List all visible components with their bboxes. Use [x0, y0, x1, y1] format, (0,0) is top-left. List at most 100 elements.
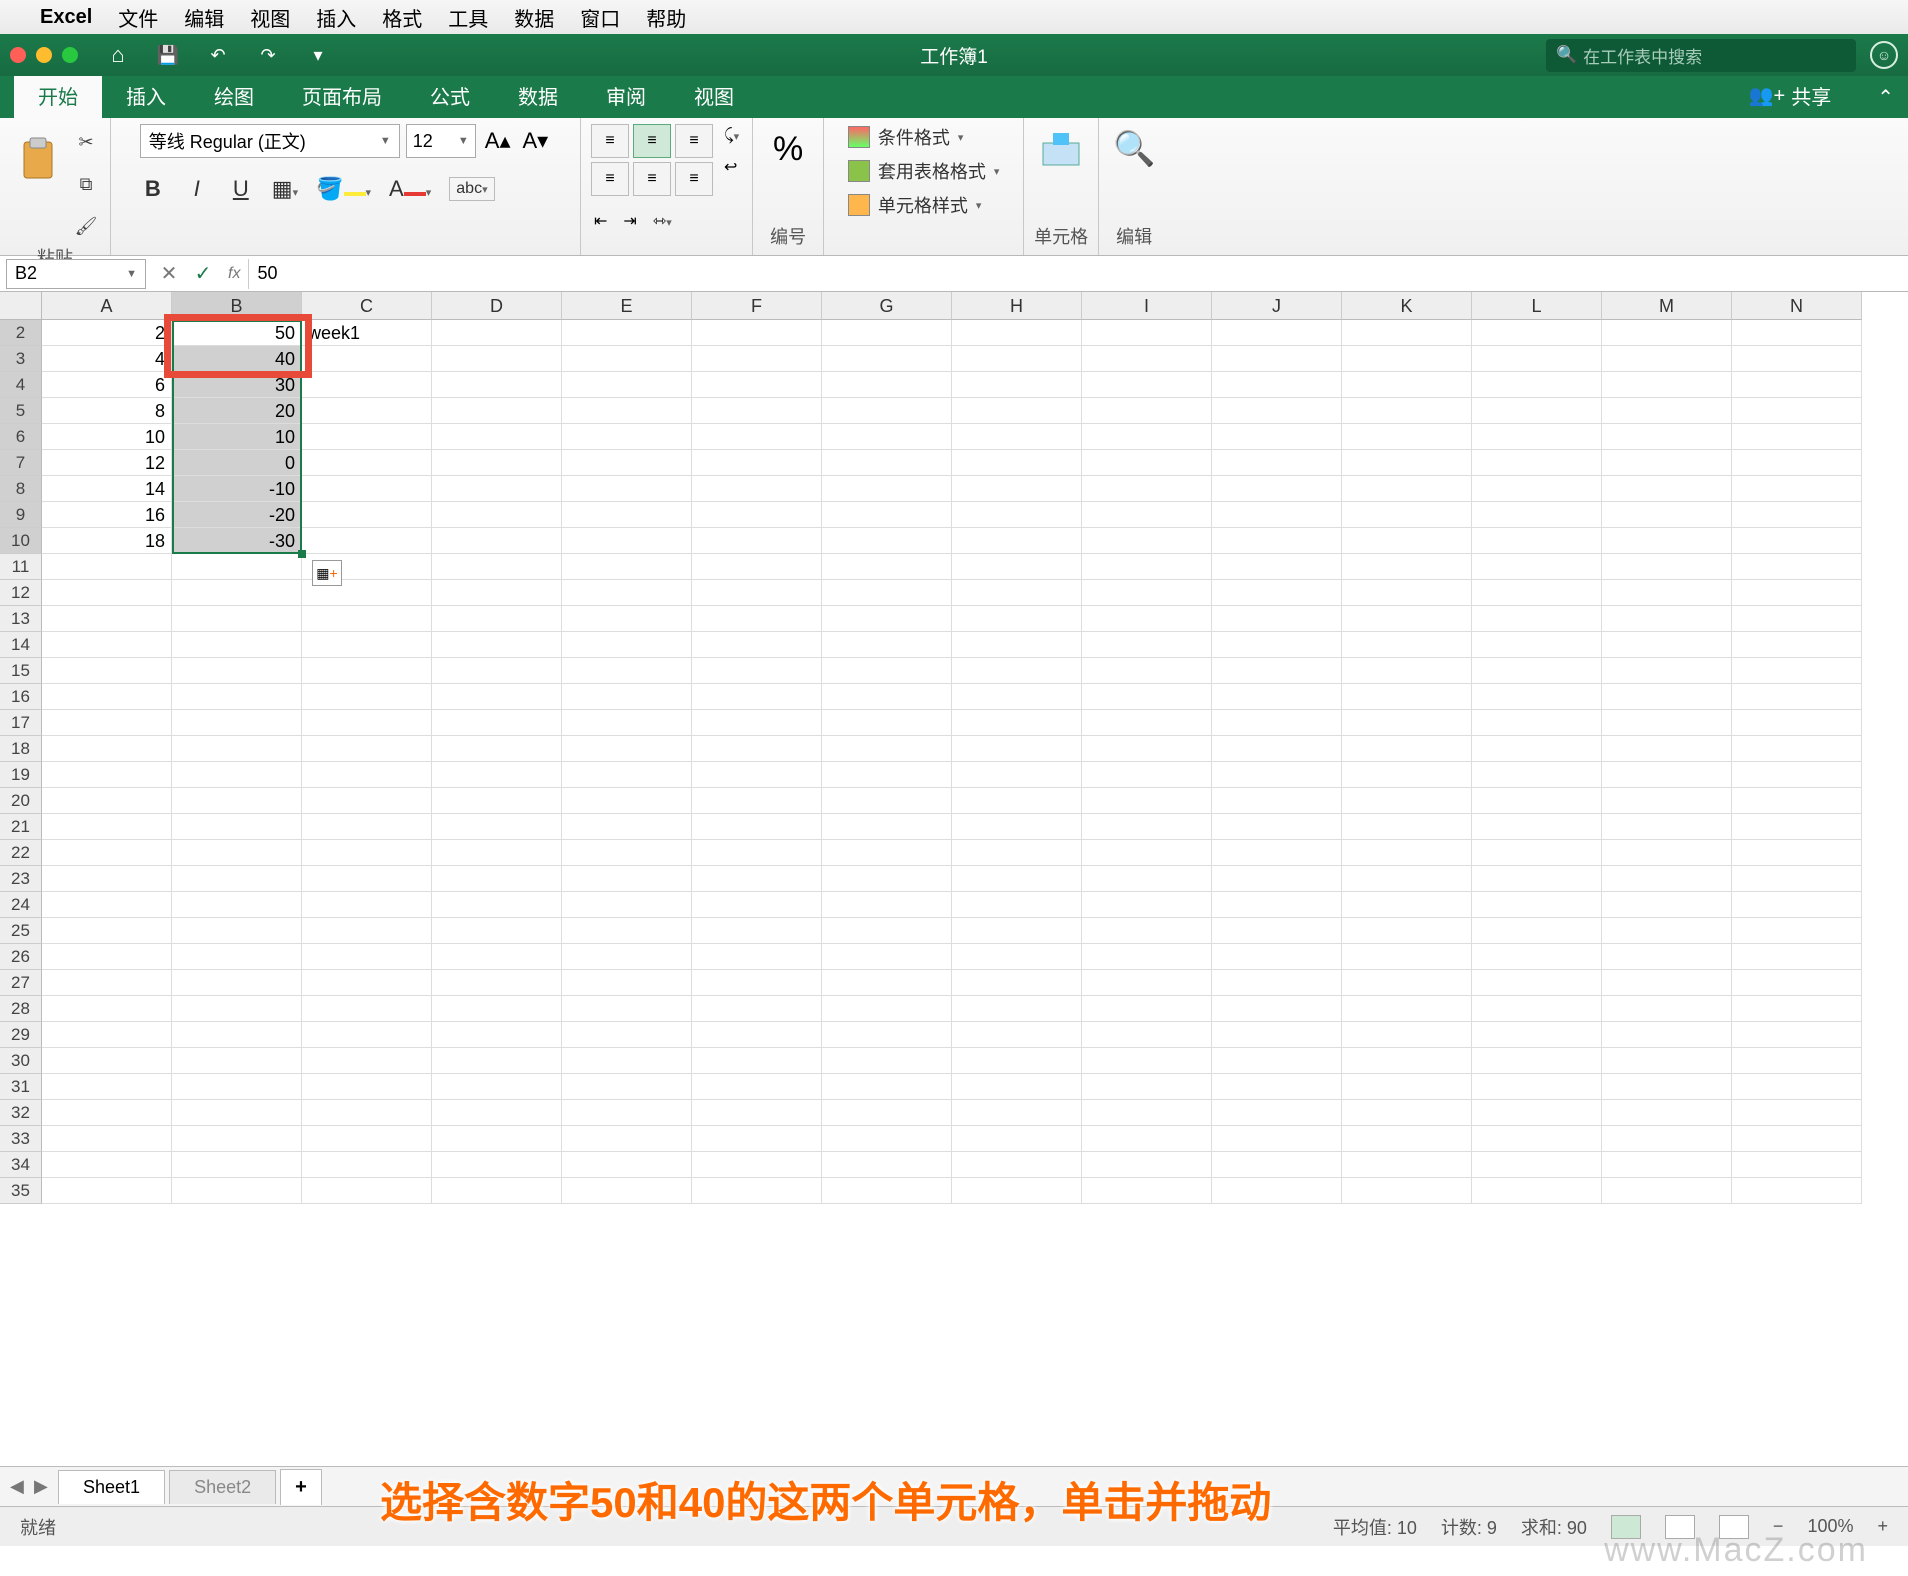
cell-A16[interactable]: [42, 684, 172, 710]
cell-N19[interactable]: [1732, 762, 1862, 788]
cell-G9[interactable]: [822, 502, 952, 528]
cell-H28[interactable]: [952, 996, 1082, 1022]
cell-L29[interactable]: [1472, 1022, 1602, 1048]
cell-I26[interactable]: [1082, 944, 1212, 970]
cell-K20[interactable]: [1342, 788, 1472, 814]
cell-D10[interactable]: [432, 528, 562, 554]
search-input[interactable]: 🔍 在工作表中搜索: [1546, 39, 1856, 72]
row-header-20[interactable]: 20: [0, 788, 42, 814]
cell-H26[interactable]: [952, 944, 1082, 970]
cell-M16[interactable]: [1602, 684, 1732, 710]
cell-D12[interactable]: [432, 580, 562, 606]
cell-C32[interactable]: [302, 1100, 432, 1126]
cell-G3[interactable]: [822, 346, 952, 372]
cell-E4[interactable]: [562, 372, 692, 398]
cell-D24[interactable]: [432, 892, 562, 918]
cell-B34[interactable]: [172, 1152, 302, 1178]
cell-M20[interactable]: [1602, 788, 1732, 814]
autofill-options-icon[interactable]: ▦+: [312, 560, 342, 586]
zoom-in-button[interactable]: +: [1877, 1516, 1888, 1537]
cell-J30[interactable]: [1212, 1048, 1342, 1074]
cell-I30[interactable]: [1082, 1048, 1212, 1074]
cell-H8[interactable]: [952, 476, 1082, 502]
cell-E30[interactable]: [562, 1048, 692, 1074]
cell-B9[interactable]: -20: [172, 502, 302, 528]
cell-L31[interactable]: [1472, 1074, 1602, 1100]
cell-B20[interactable]: [172, 788, 302, 814]
cell-K22[interactable]: [1342, 840, 1472, 866]
cell-D18[interactable]: [432, 736, 562, 762]
cell-I6[interactable]: [1082, 424, 1212, 450]
sheet-tab-2[interactable]: Sheet2: [169, 1470, 276, 1504]
cell-G34[interactable]: [822, 1152, 952, 1178]
cell-H3[interactable]: [952, 346, 1082, 372]
cell-C33[interactable]: [302, 1126, 432, 1152]
cell-styles-button[interactable]: 单元格样式 ▾: [848, 192, 982, 218]
enter-icon[interactable]: ✓: [186, 261, 220, 286]
cell-F21[interactable]: [692, 814, 822, 840]
cell-A25[interactable]: [42, 918, 172, 944]
cell-L24[interactable]: [1472, 892, 1602, 918]
cell-L30[interactable]: [1472, 1048, 1602, 1074]
cell-N8[interactable]: [1732, 476, 1862, 502]
cell-I2[interactable]: [1082, 320, 1212, 346]
cell-L21[interactable]: [1472, 814, 1602, 840]
cell-E34[interactable]: [562, 1152, 692, 1178]
cell-K13[interactable]: [1342, 606, 1472, 632]
tab-home[interactable]: 开始: [14, 73, 102, 118]
cell-B31[interactable]: [172, 1074, 302, 1100]
cell-E19[interactable]: [562, 762, 692, 788]
cell-G26[interactable]: [822, 944, 952, 970]
cell-E16[interactable]: [562, 684, 692, 710]
cell-I13[interactable]: [1082, 606, 1212, 632]
cell-K14[interactable]: [1342, 632, 1472, 658]
cell-G20[interactable]: [822, 788, 952, 814]
cell-C22[interactable]: [302, 840, 432, 866]
cell-C16[interactable]: [302, 684, 432, 710]
cell-D3[interactable]: [432, 346, 562, 372]
cell-L15[interactable]: [1472, 658, 1602, 684]
cell-G30[interactable]: [822, 1048, 952, 1074]
align-right-icon[interactable]: ≡: [675, 162, 713, 196]
cell-J29[interactable]: [1212, 1022, 1342, 1048]
cell-E7[interactable]: [562, 450, 692, 476]
cell-M17[interactable]: [1602, 710, 1732, 736]
cell-H14[interactable]: [952, 632, 1082, 658]
cell-H5[interactable]: [952, 398, 1082, 424]
cell-A31[interactable]: [42, 1074, 172, 1100]
cell-F10[interactable]: [692, 528, 822, 554]
cell-D29[interactable]: [432, 1022, 562, 1048]
cell-M24[interactable]: [1602, 892, 1732, 918]
cell-A10[interactable]: 18: [42, 528, 172, 554]
cell-M29[interactable]: [1602, 1022, 1732, 1048]
tab-review[interactable]: 审阅: [582, 73, 670, 118]
cell-N18[interactable]: [1732, 736, 1862, 762]
cell-E32[interactable]: [562, 1100, 692, 1126]
cell-I19[interactable]: [1082, 762, 1212, 788]
col-header-L[interactable]: L: [1472, 292, 1602, 320]
sheet-nav-next-icon[interactable]: ▶: [34, 1476, 54, 1497]
cell-B16[interactable]: [172, 684, 302, 710]
cell-F20[interactable]: [692, 788, 822, 814]
fill-handle[interactable]: [298, 550, 306, 558]
decrease-indent-icon[interactable]: ⇤: [591, 208, 610, 234]
cell-B30[interactable]: [172, 1048, 302, 1074]
cell-E6[interactable]: [562, 424, 692, 450]
minimize-icon[interactable]: [36, 47, 52, 63]
cell-D16[interactable]: [432, 684, 562, 710]
cell-J2[interactable]: [1212, 320, 1342, 346]
row-header-22[interactable]: 22: [0, 840, 42, 866]
cell-K34[interactable]: [1342, 1152, 1472, 1178]
cell-K3[interactable]: [1342, 346, 1472, 372]
cell-M4[interactable]: [1602, 372, 1732, 398]
cell-I34[interactable]: [1082, 1152, 1212, 1178]
cell-N28[interactable]: [1732, 996, 1862, 1022]
row-header-18[interactable]: 18: [0, 736, 42, 762]
cell-N10[interactable]: [1732, 528, 1862, 554]
spreadsheet-grid[interactable]: ABCDEFGHIJKLMN 2345678910111213141516171…: [0, 292, 1908, 1466]
cell-L10[interactable]: [1472, 528, 1602, 554]
cell-B27[interactable]: [172, 970, 302, 996]
copy-icon[interactable]: ⧉: [72, 170, 100, 198]
cell-M23[interactable]: [1602, 866, 1732, 892]
cell-B13[interactable]: [172, 606, 302, 632]
